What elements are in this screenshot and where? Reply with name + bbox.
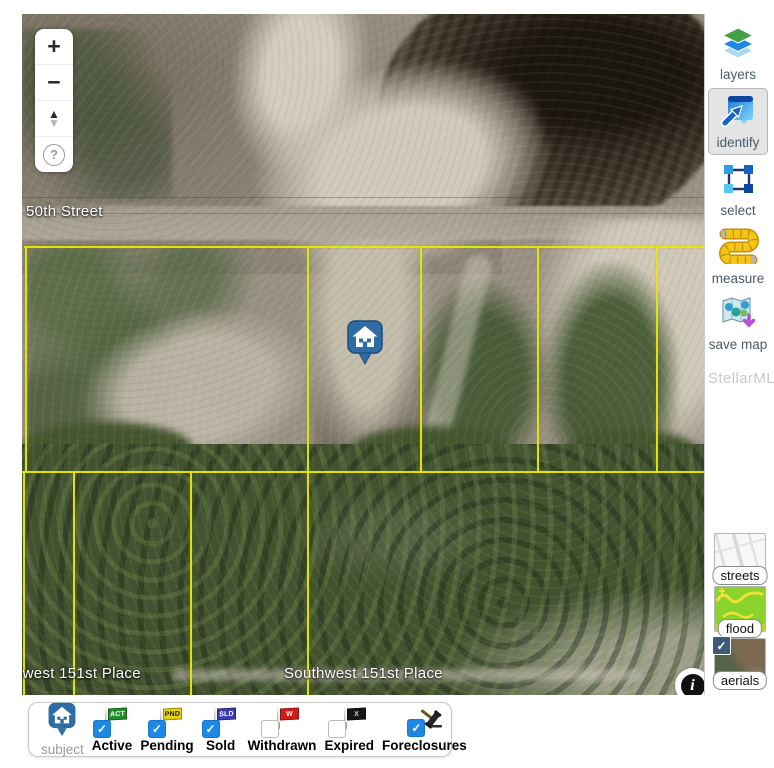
status-label: Active — [92, 738, 133, 753]
tool-label: layers — [720, 67, 756, 82]
terrain-forest-edge — [352, 426, 512, 472]
foreclosures-checkbox[interactable]: ✓ — [407, 719, 425, 737]
minus-icon: − — [47, 71, 60, 94]
terrain-forest-edge — [22, 422, 192, 472]
legend-subject: subject — [41, 702, 84, 757]
baselayer-flood[interactable]: ✓ flood — [714, 586, 764, 632]
terrain-clearing-left — [67, 289, 328, 487]
street-label-50th: 50th Street — [26, 203, 103, 220]
tool-select[interactable]: select — [705, 162, 771, 218]
legend-status-active: ACT ✓ Active — [92, 707, 133, 753]
select-icon — [720, 162, 756, 201]
zoom-in-button[interactable]: + — [35, 29, 73, 64]
terrain-trail — [412, 252, 494, 486]
parcel-line — [537, 246, 539, 473]
check-icon: ✓ — [411, 722, 421, 734]
flood-preview-icon: ✓ flood — [714, 586, 766, 632]
help-button[interactable]: ? — [35, 136, 73, 172]
tool-label: save map — [709, 337, 768, 352]
aerial-map-canvas[interactable]: 50th Street hwest 151st Place Southwest … — [22, 14, 704, 695]
identify-icon — [719, 92, 757, 133]
save-map-icon — [719, 294, 757, 335]
terrain-trees-left — [27, 246, 322, 478]
aerials-preview-icon: ✓ aerials — [714, 638, 766, 684]
check-icon: ✓ — [97, 723, 107, 735]
baselayer-aerials[interactable]: ✓ aerials — [714, 638, 764, 684]
map-nav-control: + − ▲ ▼ ? — [35, 29, 73, 172]
street-label-151st-left: hwest 151st Place — [22, 665, 141, 682]
terrain-burn-core — [447, 14, 704, 159]
sold-checkbox[interactable]: ✓ — [202, 720, 220, 738]
parcel-line — [73, 471, 75, 695]
parcel-line — [420, 246, 422, 473]
terrain-path-topcenter — [212, 14, 381, 190]
parcel-line — [190, 471, 192, 695]
pending-checkbox[interactable]: ✓ — [148, 720, 166, 738]
layers-icon — [720, 26, 756, 65]
legend-status-pending: PND ✓ Pending — [140, 707, 193, 753]
legend-status-expired: X ✓ Expired — [324, 707, 374, 753]
check-icon: ✓ — [152, 723, 162, 735]
terrain-trees-midright — [414, 276, 549, 481]
withdrawn-flag-icon: W — [277, 707, 301, 730]
plus-icon: + — [47, 35, 60, 58]
active-checkbox[interactable]: ✓ — [93, 720, 111, 738]
terrain-sand-center — [237, 35, 568, 298]
tool-label: select — [720, 203, 755, 218]
question-mark-icon: ? — [43, 144, 65, 166]
status-label: Withdrawn — [248, 738, 317, 753]
baselayer-streets[interactable]: ✓ streets — [714, 533, 764, 579]
terrain-dirt-top — [22, 14, 502, 274]
parcel-line — [23, 471, 25, 695]
tool-save-map[interactable]: save map — [705, 294, 771, 352]
terrain-powerline — [22, 197, 704, 198]
map-application: 50th Street hwest 151st Place Southwest … — [0, 0, 774, 768]
parcel-line — [22, 471, 704, 473]
status-label: Expired — [324, 738, 374, 753]
tool-label: identify — [717, 135, 760, 150]
check-icon: ✓ — [206, 723, 216, 735]
terrain-road-50th — [22, 206, 704, 240]
info-button[interactable]: i — [675, 668, 704, 695]
tool-label: measure — [712, 271, 765, 286]
legend-status-sold: SLD ✓ Sold — [202, 707, 240, 753]
parcel-line — [24, 246, 704, 248]
terrain-forest-edge — [567, 430, 697, 472]
measure-icon — [717, 226, 759, 269]
street-label-151st-center: Southwest 151st Place — [284, 665, 443, 682]
expired-checkbox[interactable]: ✓ — [328, 720, 346, 738]
status-label: Sold — [206, 738, 235, 753]
terrain-forest-bottom — [22, 444, 704, 695]
pan-arrows-icon: ▲ ▼ — [48, 110, 60, 127]
parcel-line — [656, 246, 658, 473]
info-icon: i — [681, 674, 705, 696]
parcel-line — [307, 246, 309, 695]
subject-pin-icon — [46, 702, 78, 745]
listing-legend-bar: subject ACT ✓ Active PND ✓ — [28, 702, 452, 757]
terrain-trees-right — [544, 262, 679, 480]
tool-sidebar: layers identify — [704, 14, 771, 695]
tool-layers[interactable]: layers — [705, 26, 771, 82]
stellar-mls-watermark: StellarMLS — [708, 370, 774, 387]
parcel-line — [25, 246, 27, 473]
subject-label: subject — [41, 742, 84, 757]
zoom-out-button[interactable]: − — [35, 64, 73, 100]
withdrawn-checkbox[interactable]: ✓ — [261, 720, 279, 738]
pan-control[interactable]: ▲ ▼ — [35, 100, 73, 136]
status-label: Foreclosures — [382, 738, 467, 753]
streets-preview-icon: ✓ streets — [714, 533, 766, 579]
terrain-sand-right — [537, 219, 704, 459]
legend-status-withdrawn: W ✓ Withdrawn — [248, 707, 317, 753]
baselayer-label: aerials — [713, 671, 767, 690]
tool-measure[interactable]: measure — [705, 226, 771, 286]
legend-status-foreclosures: ✓ Foreclosures — [382, 707, 467, 753]
terrain-powerline — [22, 213, 704, 214]
expired-flag-icon: X — [344, 707, 368, 730]
terrain-burn-topright — [360, 14, 704, 262]
subject-marker-icon[interactable] — [346, 320, 384, 368]
baselayer-label: streets — [712, 566, 767, 585]
status-label: Pending — [140, 738, 193, 753]
tool-identify[interactable]: identify — [708, 88, 768, 155]
check-icon: ✓ — [712, 636, 731, 655]
